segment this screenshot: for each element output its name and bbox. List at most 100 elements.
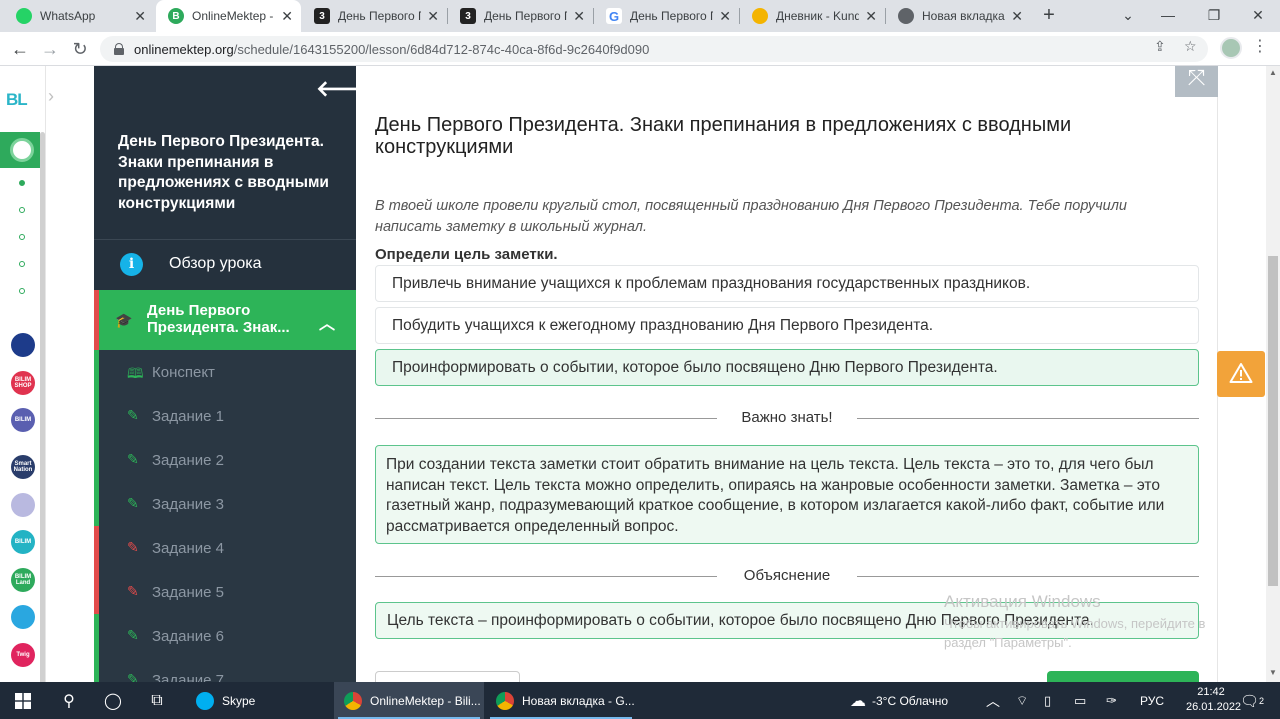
new-tab-button[interactable]: +	[1038, 4, 1060, 28]
rail-dot[interactable]	[19, 207, 25, 213]
app-icon[interactable]	[11, 493, 35, 517]
app-icon[interactable]	[11, 333, 35, 357]
back-arrow-icon[interactable]: 🡐	[316, 76, 356, 102]
answer-option-3[interactable]: Проинформировать о событии, которое было…	[375, 349, 1199, 386]
tab-google[interactable]: G День Первого П ✕	[594, 0, 739, 32]
explanation-divider: Объяснение	[375, 566, 1199, 586]
lock-icon	[114, 43, 124, 55]
scrollbar-thumb[interactable]	[1268, 256, 1278, 586]
rail-dot[interactable]	[19, 234, 25, 240]
status-bar	[94, 482, 99, 526]
sidebar-item-label: Задание 5	[152, 584, 225, 601]
search-icon[interactable]: ⚲	[46, 682, 92, 719]
bilim-shop-icon[interactable]: BILIM SHOP	[11, 371, 35, 395]
sidebar-item-label: Задание 3	[152, 496, 225, 513]
minimize-icon[interactable]: —	[1148, 0, 1188, 32]
sidebar-item-task-2[interactable]: ✎ Задание 2	[94, 438, 356, 482]
smart-nation-icon[interactable]: Smart Nation	[11, 455, 35, 479]
chevron-up-icon[interactable]: ︿	[319, 310, 335, 334]
sidebar-item-task-6[interactable]: ✎ Задание 6	[94, 614, 356, 658]
reload-icon[interactable]: ↻	[68, 37, 92, 61]
tray-chevron-up-icon[interactable]: ︿	[986, 682, 1000, 719]
tab-search-icon[interactable]: ⌄	[1108, 0, 1148, 32]
rail-scrollbar[interactable]	[40, 132, 45, 707]
close-icon[interactable]: ✕	[573, 8, 585, 25]
bilim-app-icon[interactable]: BILIM	[11, 408, 35, 432]
close-window-icon[interactable]: ✕	[1238, 0, 1278, 32]
onlinemektep-app-icon[interactable]	[0, 132, 40, 168]
previous-button[interactable]	[375, 671, 520, 682]
tab-lesson-1[interactable]: 3 День Первого П ✕	[302, 0, 447, 32]
tab-onlinemektep[interactable]: B OnlineMektep - E ✕	[156, 0, 301, 32]
clock[interactable]: 21:42 26.01.2022	[1186, 685, 1241, 715]
tab-whatsapp[interactable]: WhatsApp ✕	[4, 0, 154, 32]
page-title: День Первого Президента. Знаки препинани…	[375, 114, 1072, 158]
maximize-icon[interactable]: ❐	[1194, 0, 1234, 32]
windows-taskbar: ⚲ ◯ ⧉ Skype OnlineMektep - Bili... Новая…	[0, 682, 1280, 719]
tab-kundelik[interactable]: Дневник - Kundé ✕	[740, 0, 885, 32]
task-view-icon[interactable]: ⧉	[134, 682, 180, 719]
more-menu-icon[interactable]: ⋮	[1252, 36, 1268, 56]
close-icon[interactable]: ✕	[427, 8, 439, 25]
rail-expand-icon[interactable]: ›	[48, 86, 54, 107]
close-icon[interactable]: ✕	[719, 8, 731, 25]
notifications-icon[interactable]: 🗨 2	[1240, 682, 1264, 719]
scroll-up-icon[interactable]: ▲	[1269, 68, 1277, 77]
topic-item[interactable]: 🎓 День Первого Президента. Знак... ︿	[94, 290, 356, 350]
weather-widget[interactable]: ☁ -3°C Облачно	[850, 682, 948, 719]
sidebar-item-konspekt[interactable]: 🕮 Конспект	[94, 350, 356, 394]
status-bar	[94, 526, 99, 570]
close-icon[interactable]: ✕	[865, 8, 877, 25]
page-scrollbar[interactable]: ▲ ▼	[1266, 66, 1280, 682]
wifi-icon[interactable]: ⌔	[1016, 682, 1028, 719]
answer-option-1[interactable]: Привлечь внимание учащихся к проблемам п…	[375, 265, 1199, 302]
sidebar-item-label: Задание 6	[152, 628, 225, 645]
rail-dot[interactable]	[19, 288, 25, 294]
sidebar-item-label: Задание 4	[152, 540, 225, 557]
report-problem-button[interactable]	[1217, 351, 1265, 397]
lesson-overview-item[interactable]: i Обзор урока	[94, 240, 356, 290]
close-icon[interactable]: ✕	[134, 8, 146, 25]
address-bar[interactable]: onlinemektep.org/schedule/1643155200/les…	[100, 36, 1208, 62]
rail-dot[interactable]	[19, 180, 25, 186]
bookmark-star-icon[interactable]: ☆	[1184, 38, 1197, 55]
forward-icon[interactable]: →	[38, 37, 62, 61]
taskbar-app-label: Новая вкладка - G...	[522, 693, 635, 708]
sidebar-item-task-5[interactable]: ✎ Задание 5	[94, 570, 356, 614]
close-icon[interactable]: ✕	[281, 8, 293, 25]
network-icon[interactable]: ▯	[1044, 682, 1051, 719]
sidebar-item-task-3[interactable]: ✎ Задание 3	[94, 482, 356, 526]
sidebar-item-task-4[interactable]: ✎ Задание 4	[94, 526, 356, 570]
close-icon[interactable]: ✕	[1011, 8, 1023, 25]
input-language[interactable]: РУС	[1140, 682, 1164, 719]
profile-avatar[interactable]	[1220, 37, 1242, 59]
tab-lesson-2[interactable]: 3 День Первого П ✕	[448, 0, 593, 32]
bilim-app-icon[interactable]: BILIM	[11, 530, 35, 554]
rail-dot[interactable]	[19, 261, 25, 267]
pen-icon[interactable]: ✑	[1106, 682, 1117, 719]
status-bar	[94, 658, 99, 682]
google-icon: G	[606, 8, 622, 24]
share-icon[interactable]: ⇪	[1154, 38, 1166, 55]
battery-icon[interactable]: ▭	[1074, 682, 1086, 719]
info-icon: i	[120, 253, 143, 276]
sidebar-item-task-7[interactable]: ✎ Задание 7	[94, 658, 356, 682]
sidebar-item-task-1[interactable]: ✎ Задание 1	[94, 394, 356, 438]
fullscreen-button[interactable]: ⤧	[1175, 66, 1218, 97]
answer-option-2[interactable]: Побудить учащихся к ежегодному празднова…	[375, 307, 1199, 344]
lesson-sidebar: 🡐 День Первого Президента. Знаки препина…	[94, 66, 356, 682]
bilimland-app-icon[interactable]: BILIM Land	[11, 568, 35, 592]
cortana-icon[interactable]: ◯	[90, 682, 136, 719]
scroll-down-icon[interactable]: ▼	[1269, 668, 1277, 677]
app-icon[interactable]	[11, 605, 35, 629]
chrome-icon	[496, 691, 514, 710]
taskbar-app-skype[interactable]: Skype	[186, 682, 332, 719]
taskbar-app-chrome-onlinemektep[interactable]: OnlineMektep - Bili...	[334, 682, 484, 719]
taskbar-app-chrome-newtab[interactable]: Новая вкладка - G...	[486, 682, 636, 719]
twig-icon[interactable]: Twig	[11, 643, 35, 667]
back-icon[interactable]: ←	[8, 37, 32, 61]
tab-new[interactable]: Новая вкладка ✕	[886, 0, 1031, 32]
bilimland-logo[interactable]: BL	[6, 90, 28, 110]
next-button[interactable]	[1047, 671, 1199, 682]
windows-start-icon[interactable]	[0, 682, 46, 719]
